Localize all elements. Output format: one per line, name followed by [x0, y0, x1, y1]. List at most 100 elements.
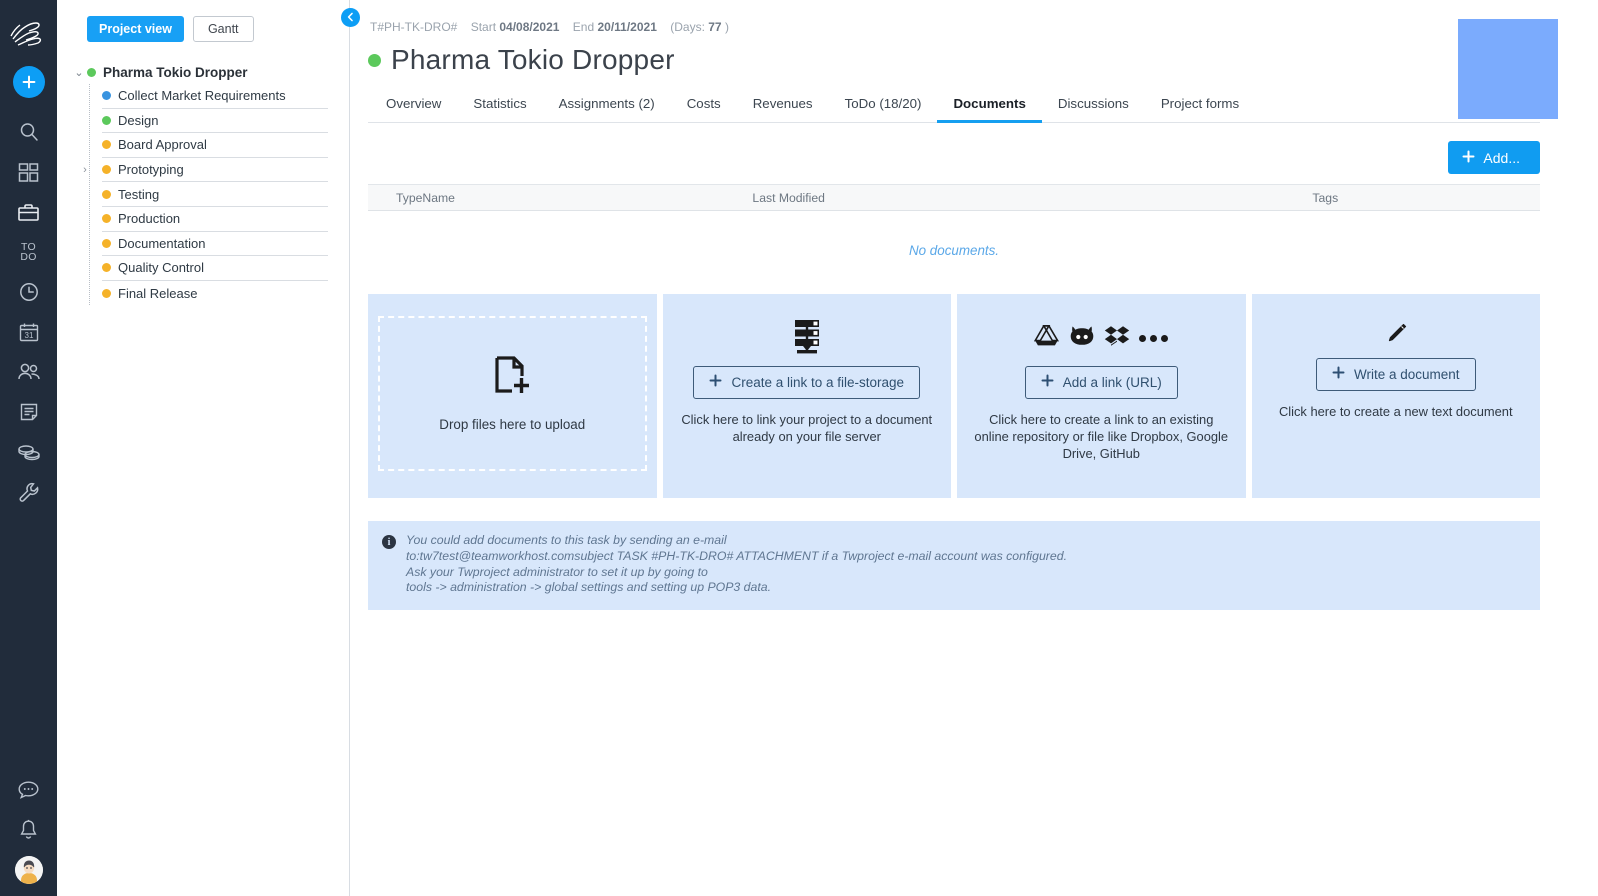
- panel-description: Click here to create a link to an existi…: [974, 411, 1229, 462]
- dropzone-label: Drop files here to upload: [439, 417, 585, 432]
- todo-text-icon: TO DO: [20, 242, 36, 262]
- days-close: ): [725, 20, 729, 34]
- column-header-tags[interactable]: Tags: [1312, 185, 1540, 211]
- info-icon: i: [382, 535, 396, 549]
- tree-item-label: Testing: [118, 187, 159, 202]
- tree-item-prototyping[interactable]: › Prototyping: [102, 158, 328, 183]
- chevron-down-icon[interactable]: ⌄: [71, 66, 87, 79]
- project-tree-sidebar: Project view Gantt ⌄ Pharma Tokio Droppe…: [57, 0, 350, 896]
- tab-revenues[interactable]: Revenues: [737, 90, 829, 123]
- rail-item-worklog[interactable]: [0, 272, 57, 312]
- status-dot: [102, 91, 111, 100]
- documents-toolbar: Add...: [368, 123, 1540, 184]
- tree-children: Collect Market Requirements Design Board…: [89, 84, 349, 305]
- end-value: 20/11/2021: [597, 20, 656, 34]
- rail-item-calendar[interactable]: 31: [0, 312, 57, 352]
- status-dot: [102, 289, 111, 298]
- info-line-3: Ask your Twproject administrator to set …: [406, 565, 1067, 581]
- tab-discussions[interactable]: Discussions: [1042, 90, 1145, 123]
- documents-table: Type Name Last Modified Tags: [368, 184, 1540, 211]
- add-document-button[interactable]: Add...: [1448, 141, 1540, 174]
- rail-item-notifications[interactable]: [0, 810, 57, 850]
- avatar[interactable]: [15, 856, 43, 884]
- rail-item-search[interactable]: [0, 112, 57, 152]
- tab-project-forms[interactable]: Project forms: [1145, 90, 1255, 123]
- panel-add-url[interactable]: Add a link (URL) Click here to create a …: [957, 294, 1246, 498]
- rail-item-projects[interactable]: [0, 192, 57, 232]
- tab-documents[interactable]: Documents: [937, 90, 1041, 123]
- column-header-type[interactable]: Type: [368, 185, 422, 211]
- tree-item-collect-market-requirements[interactable]: Collect Market Requirements: [102, 84, 328, 109]
- tab-bar: Overview Statistics Assignments (2) Cost…: [368, 90, 1540, 123]
- document-add-panels: Drop files here to upload: [368, 294, 1540, 498]
- twproject-hand-logo-icon[interactable]: [7, 12, 51, 56]
- chevron-right-icon[interactable]: ›: [79, 164, 91, 176]
- info-line-2: to:tw7test@teamworkhost.comsubject TASK …: [406, 549, 1067, 565]
- email-info-text: You could add documents to this task by …: [406, 533, 1067, 596]
- add-url-link-button[interactable]: Add a link (URL): [1025, 366, 1178, 399]
- search-icon: [18, 121, 40, 143]
- tree-item-final-release[interactable]: Final Release: [102, 281, 328, 306]
- empty-state-message: No documents.: [368, 211, 1540, 266]
- column-header-last-modified[interactable]: Last Modified: [752, 185, 1312, 211]
- tree-item-board-approval[interactable]: Board Approval: [102, 133, 328, 158]
- write-document-button[interactable]: Write a document: [1316, 358, 1476, 391]
- rail-item-resources[interactable]: [0, 352, 57, 392]
- tree-item-label: Final Release: [118, 286, 198, 301]
- pencil-icon: [1383, 314, 1409, 354]
- chevron-left-icon: [346, 9, 355, 27]
- wrench-icon: [18, 481, 40, 503]
- tree-item-documentation[interactable]: Documentation: [102, 232, 328, 257]
- rail-item-documents[interactable]: [0, 392, 57, 432]
- more-options-icon[interactable]: [1139, 335, 1168, 342]
- tree-item-label: Board Approval: [118, 137, 207, 152]
- status-dot: [102, 190, 111, 199]
- tree-item-label: Prototyping: [118, 162, 184, 177]
- tab-assignments[interactable]: Assignments (2): [543, 90, 671, 123]
- rail-item-messages[interactable]: [0, 770, 57, 810]
- create-file-storage-link-label: Create a link to a file-storage: [731, 375, 904, 390]
- create-file-storage-link-button[interactable]: Create a link to a file-storage: [693, 366, 920, 399]
- rail-item-tools[interactable]: [0, 472, 57, 512]
- project-tree: ⌄ Pharma Tokio Dropper Collect Market Re…: [57, 60, 349, 305]
- tab-overview[interactable]: Overview: [370, 90, 457, 123]
- tree-item-label: Design: [118, 113, 158, 128]
- view-mode-buttons: Project view Gantt: [57, 16, 349, 42]
- tab-todo[interactable]: ToDo (18/20): [829, 90, 938, 123]
- gantt-button[interactable]: Gantt: [193, 16, 254, 42]
- app-root: TO DO 31: [0, 0, 1598, 896]
- project-view-button[interactable]: Project view: [87, 16, 184, 42]
- panel-drop-files[interactable]: Drop files here to upload: [368, 294, 657, 498]
- cloud-services-icons: [1034, 314, 1168, 362]
- rail-item-dashboard[interactable]: [0, 152, 57, 192]
- file-plus-icon: [494, 356, 530, 403]
- info-line-1: You could add documents to this task by …: [406, 533, 1067, 549]
- panel-description: Click here to link your project to a doc…: [679, 411, 934, 445]
- column-header-name[interactable]: Name: [422, 185, 752, 211]
- status-dot: [102, 116, 111, 125]
- tree-root-node[interactable]: ⌄ Pharma Tokio Dropper: [71, 60, 349, 84]
- bell-icon: [18, 819, 39, 841]
- tree-item-design[interactable]: Design: [102, 109, 328, 134]
- tree-item-production[interactable]: Production: [102, 207, 328, 232]
- rail-add-button[interactable]: [13, 66, 45, 98]
- tree-item-quality-control[interactable]: Quality Control: [102, 256, 328, 281]
- tree-item-label: Quality Control: [118, 260, 204, 275]
- panel-file-storage[interactable]: Create a link to a file-storage Click he…: [663, 294, 952, 498]
- tree-item-testing[interactable]: Testing: [102, 182, 328, 207]
- tree-item-label: Collect Market Requirements: [118, 88, 286, 103]
- tab-statistics[interactable]: Statistics: [457, 90, 542, 123]
- status-dot: [102, 263, 111, 272]
- rail-item-costs[interactable]: [0, 432, 57, 472]
- sidebar-collapse-toggle[interactable]: [341, 8, 360, 27]
- todo-line-2: DO: [20, 251, 36, 263]
- chat-bubble-icon: [17, 780, 40, 800]
- rail-item-todo[interactable]: TO DO: [0, 232, 57, 272]
- panel-write-document[interactable]: Write a document Click here to create a …: [1252, 294, 1541, 498]
- start-label: Start: [471, 20, 496, 34]
- rail-bottom-group: [0, 770, 57, 888]
- end-label: End: [573, 20, 594, 34]
- file-dropzone[interactable]: Drop files here to upload: [378, 316, 647, 471]
- tab-costs[interactable]: Costs: [671, 90, 737, 123]
- calendar-31-icon: 31: [18, 321, 40, 343]
